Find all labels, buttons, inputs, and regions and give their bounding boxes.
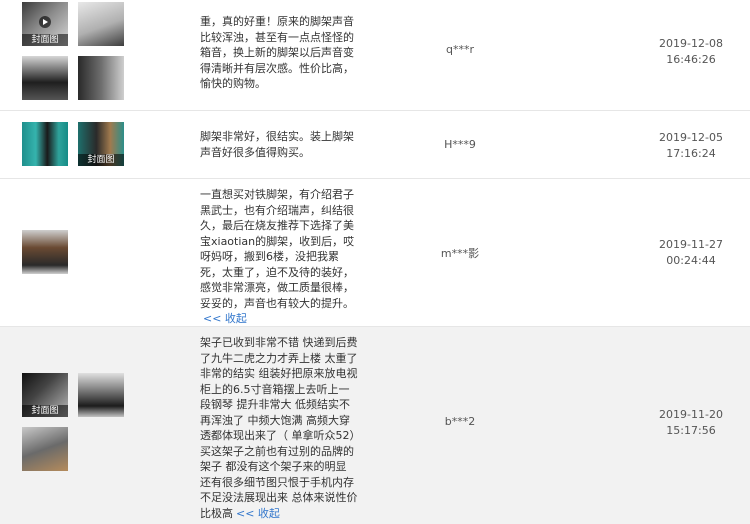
- play-icon: [39, 16, 51, 28]
- review-text: 重，真的好重！原来的脚架声音比较浑浊，甚至有一点点怪怪的箱音，换上新的脚架以后声…: [200, 15, 354, 90]
- review-text: 脚架非常好，很结实。装上脚架声音好很多值得购买。: [200, 130, 354, 159]
- review-text: 一直想买对铁脚架，有介绍君子黑武士，也有介绍瑞声，纠结很久，最后在烧友推荐下选择…: [200, 187, 360, 327]
- reviewer-name: b***2: [444, 415, 476, 428]
- reviewer-name: q***r: [445, 43, 474, 56]
- review-row: 封面图 重，真的好重！原来的脚架声音比较浑浊，甚至有一点点怪怪的箱音，换上新的脚…: [0, 0, 750, 111]
- reviewer-name: H***9: [444, 138, 476, 151]
- review-date-time: 16:46:26: [666, 53, 716, 66]
- review-date: 2019-11-27 00:24:44: [648, 237, 734, 269]
- review-date: 2019-12-08 16:46:26: [648, 36, 734, 68]
- review-date-day: 2019-12-05: [659, 131, 723, 144]
- review-image-thumbnail[interactable]: [22, 56, 68, 100]
- reviewer-name: m***影: [440, 247, 480, 260]
- review-image-thumbnail[interactable]: [22, 427, 68, 471]
- review-video-thumbnail[interactable]: 封面图: [22, 373, 68, 417]
- review-image-thumbnail[interactable]: [22, 230, 68, 274]
- collapse-link[interactable]: << 收起: [203, 312, 247, 325]
- review-date: 2019-11-20 15:17:56: [648, 407, 734, 439]
- review-text-body: 一直想买对铁脚架，有介绍君子黑武士，也有介绍瑞声，纠结很久，最后在烧友推荐下选择…: [200, 188, 355, 310]
- review-image-thumbnail[interactable]: [78, 56, 124, 100]
- review-video-thumbnail[interactable]: 封面图: [22, 2, 68, 46]
- review-date-time: 00:24:44: [666, 254, 716, 267]
- cover-label: 封面图: [78, 154, 124, 166]
- review-image-thumbnail[interactable]: [78, 373, 124, 417]
- cover-label: 封面图: [22, 34, 68, 46]
- review-date-day: 2019-11-27: [659, 238, 723, 251]
- cover-label: 封面图: [22, 405, 68, 417]
- review-image-thumbnail[interactable]: [78, 2, 124, 46]
- review-date-time: 17:16:24: [666, 147, 716, 160]
- review-date-day: 2019-11-20: [659, 408, 723, 421]
- review-video-thumbnail[interactable]: 封面图: [78, 122, 124, 166]
- review-row: 一直想买对铁脚架，有介绍君子黑武士，也有介绍瑞声，纠结很久，最后在烧友推荐下选择…: [0, 179, 750, 327]
- collapse-link[interactable]: << 收起: [236, 507, 280, 520]
- review-row: 封面图 架子已收到非常不错 快递到后费了九牛二虎之力才弄上楼 太重了 非常的结实…: [0, 327, 750, 524]
- review-date-day: 2019-12-08: [659, 37, 723, 50]
- review-date-time: 15:17:56: [666, 424, 716, 437]
- review-text: 架子已收到非常不错 快递到后费了九牛二虎之力才弄上楼 太重了 非常的结实 组装好…: [200, 335, 360, 521]
- review-image-thumbnail[interactable]: [22, 122, 68, 166]
- review-text-body: 架子已收到非常不错 快递到后费了九牛二虎之力才弄上楼 太重了 非常的结实 组装好…: [200, 336, 358, 520]
- review-date: 2019-12-05 17:16:24: [648, 130, 734, 162]
- review-row: 封面图 脚架非常好，很结实。装上脚架声音好很多值得购买。 H***9 2019-…: [0, 111, 750, 179]
